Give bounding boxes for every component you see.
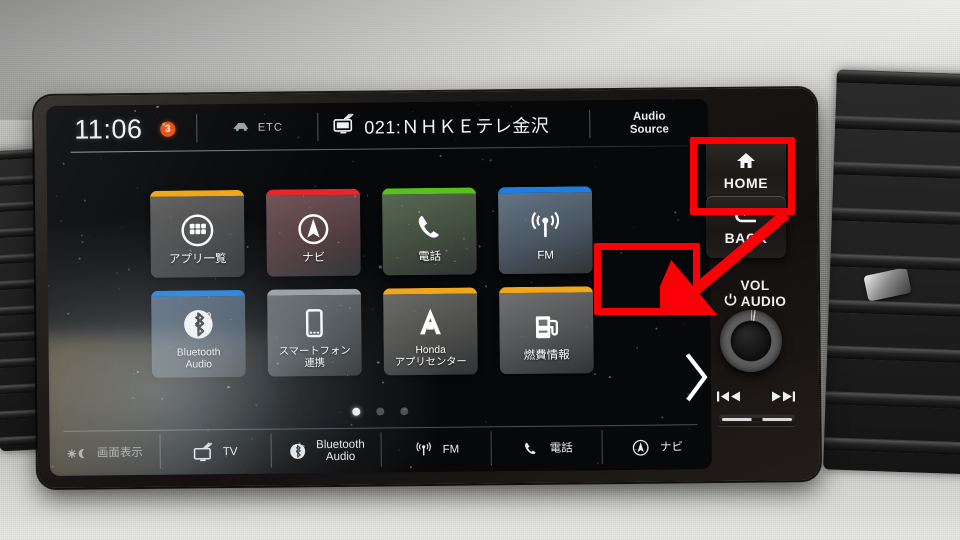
- radio-broadcast-icon: [412, 439, 434, 461]
- phone-handset-icon: [409, 207, 449, 247]
- dock-item[interactable]: 画面表示: [49, 431, 160, 476]
- etc-icon: [232, 119, 250, 137]
- audio-source-label-line2: Source: [629, 123, 669, 136]
- notification-badge: 3: [160, 121, 176, 137]
- dock-item-label: 電話: [549, 442, 573, 455]
- tile-label: ナビ: [302, 251, 326, 264]
- status-clock-group: 11:06 3: [46, 111, 196, 147]
- page-dot[interactable]: [352, 407, 361, 416]
- car-dashboard-scene: 11:06 3 ETC 021:ＮＨＫＥテレ金沢 Audio Source アプ…: [0, 0, 960, 540]
- dock-item-label: 画面表示: [96, 446, 143, 460]
- home-tile[interactable]: アプリ一覧: [149, 189, 245, 278]
- home-tile[interactable]: Bluetooth Audio: [151, 289, 246, 378]
- home-tile[interactable]: ナビ: [265, 188, 361, 277]
- fuel-pump-icon: [526, 306, 566, 346]
- air-vent-right: [823, 69, 960, 475]
- page-dot[interactable]: [376, 407, 385, 416]
- vent-slat: [828, 299, 960, 318]
- vent-slat: [833, 161, 960, 180]
- tile-label: 電話: [418, 250, 442, 263]
- vent-slat: [834, 115, 960, 134]
- media-transport-buttons: [716, 390, 796, 408]
- tile-label: スマートフォン 連携: [278, 345, 351, 370]
- brightness-moon-icon: [67, 443, 89, 465]
- home-tile[interactable]: 燃費情報: [498, 286, 594, 375]
- previous-track-button[interactable]: [716, 390, 742, 408]
- dock-item[interactable]: ナビ: [601, 425, 712, 470]
- next-track-button[interactable]: [770, 390, 796, 408]
- etc-status-group: ETC: [197, 110, 317, 145]
- audio-source-button[interactable]: Audio Source: [590, 106, 708, 141]
- channel-name: 021:ＮＨＫＥテレ金沢: [364, 115, 550, 138]
- page-dot[interactable]: [400, 407, 409, 416]
- smartphone-icon: [294, 303, 334, 343]
- home-tile[interactable]: 電話: [381, 187, 477, 276]
- home-tile[interactable]: Honda アプリセンター: [383, 287, 478, 376]
- navigation-compass-icon: [630, 437, 652, 459]
- home-tile[interactable]: FM: [497, 186, 593, 275]
- bottom-dock-bar: 画面表示 TV Bluetooth Audio FM 電話 ナビ: [49, 425, 711, 476]
- annotation-box-home: [690, 137, 795, 215]
- apps-grid-icon: [177, 210, 217, 250]
- tile-label: 燃費情報: [523, 349, 570, 362]
- vent-slat: [831, 207, 960, 226]
- bluetooth-icon: [178, 304, 218, 344]
- vent-slat: [826, 345, 960, 364]
- tile-label: Bluetooth Audio: [176, 347, 221, 371]
- honda-app-center-icon: [410, 302, 450, 342]
- dock-item-label: TV: [222, 445, 238, 458]
- dock-item-label: FM: [442, 443, 460, 456]
- tile-label: アプリ一覧: [168, 252, 227, 266]
- radio-broadcast-icon: [525, 206, 565, 246]
- vent-slat: [823, 437, 960, 456]
- vent-slat: [825, 391, 960, 410]
- vent-slat: [836, 69, 960, 88]
- phone-handset-icon: [520, 438, 542, 460]
- annotation-box-next-page: [594, 243, 700, 315]
- dock-item-label: ナビ: [659, 441, 684, 454]
- dock-item[interactable]: TV: [160, 430, 271, 475]
- home-app-grid: アプリ一覧 ナビ 電話 FM Bluetooth Audio スマートフォン 連…: [149, 186, 612, 378]
- tile-label: FM: [537, 249, 555, 262]
- clock-display: 11:06: [74, 113, 143, 145]
- channel-group[interactable]: 021:ＮＨＫＥテレ金沢: [318, 107, 589, 144]
- dock-item-label: Bluetooth Audio: [316, 438, 365, 464]
- dock-item[interactable]: Bluetooth Audio: [270, 428, 381, 473]
- tile-label: Honda アプリセンター: [394, 344, 467, 369]
- air-vent-control-tab[interactable]: [863, 267, 912, 302]
- dock-item[interactable]: 電話: [491, 426, 602, 471]
- tv-broadcast-icon: [332, 112, 356, 140]
- volume-knob[interactable]: [720, 310, 782, 372]
- bluetooth-icon: [286, 440, 308, 462]
- audio-source-label-line1: Audio: [632, 110, 666, 123]
- next-page-button[interactable]: [649, 348, 712, 411]
- tv-icon: [193, 441, 215, 463]
- page-indicator-dots[interactable]: [49, 404, 711, 419]
- etc-label: ETC: [257, 121, 283, 134]
- dock-item[interactable]: FM: [380, 427, 491, 472]
- disc-slot[interactable]: [718, 413, 796, 426]
- home-tile[interactable]: スマートフォン 連携: [267, 288, 362, 377]
- status-bar: 11:06 3 ETC 021:ＮＨＫＥテレ金沢 Audio Source: [46, 99, 708, 154]
- chevron-right-icon: [681, 351, 712, 408]
- navigation-compass-icon: [293, 208, 333, 248]
